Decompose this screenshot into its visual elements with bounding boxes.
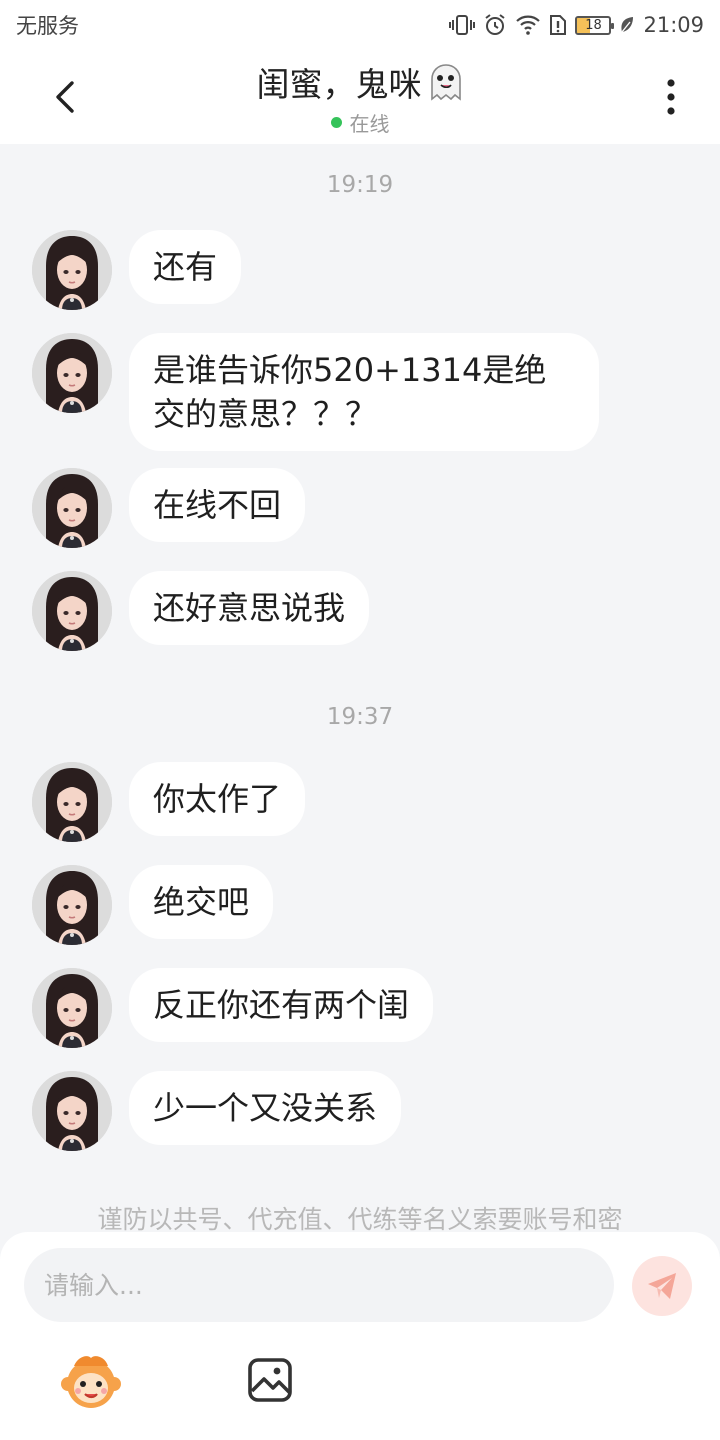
- contact-name-text: 闺蜜，鬼咪: [256, 65, 422, 104]
- timestamp: 19:19: [326, 172, 394, 198]
- avatar-portrait-icon: [32, 571, 112, 651]
- chat-header: 闺蜜，鬼咪 在线: [0, 50, 720, 144]
- avatar[interactable]: [32, 571, 112, 651]
- message-bubble[interactable]: 还有: [129, 230, 242, 304]
- online-dot-icon: [330, 117, 342, 128]
- message-bubble[interactable]: 在线不回: [129, 468, 306, 542]
- message-bubble[interactable]: 你太作了: [129, 762, 306, 836]
- avatar[interactable]: [32, 230, 112, 310]
- more-options-button[interactable]: [646, 72, 696, 122]
- avatar[interactable]: [32, 865, 112, 945]
- message-bubble[interactable]: 绝交吧: [129, 865, 274, 939]
- ghost-emoji-icon: [430, 64, 461, 101]
- avatar-portrait-icon: [32, 762, 112, 842]
- wifi-icon: [515, 13, 541, 37]
- carrier-label: 无服务: [16, 14, 79, 38]
- message-row: 少一个又没关系: [32, 1071, 402, 1151]
- message-row: 绝交吧: [32, 865, 274, 945]
- more-vertical-icon: [667, 79, 675, 115]
- avatar-portrait-icon: [32, 968, 112, 1048]
- online-status: 在线: [0, 108, 720, 137]
- image-icon: [248, 1358, 292, 1402]
- message-bubble[interactable]: 是谁告诉你520+1314是绝交的意思？？？: [129, 333, 599, 451]
- online-status-label: 在线: [349, 112, 390, 136]
- status-bar: 无服务 18 21:09: [0, 0, 720, 50]
- message-row: 是谁告诉你520+1314是绝交的意思？？？: [32, 333, 599, 451]
- avatar[interactable]: [32, 968, 112, 1048]
- vibrate-icon: [449, 13, 476, 37]
- message-bubble[interactable]: 反正你还有两个闺: [129, 968, 434, 1042]
- avatar[interactable]: [32, 333, 112, 413]
- message-input[interactable]: [24, 1248, 614, 1322]
- timestamp: 19:37: [326, 704, 394, 730]
- message-row: 还好意思说我: [32, 571, 370, 651]
- message-row: 还有: [32, 230, 242, 310]
- sticker-button[interactable]: [58, 1348, 124, 1414]
- battery-indicator: 18: [575, 15, 615, 35]
- message-row: 在线不回: [32, 468, 306, 548]
- image-button[interactable]: [246, 1356, 294, 1404]
- message-bubble[interactable]: 还好意思说我: [129, 571, 370, 645]
- avatar[interactable]: [32, 762, 112, 842]
- message-row: 反正你还有两个闺: [32, 968, 434, 1048]
- alarm-icon: [483, 13, 507, 37]
- composer-panel: [0, 1232, 720, 1440]
- clock-time: 21:09: [643, 13, 704, 37]
- send-paper-plane-icon: [648, 1273, 676, 1299]
- avatar-portrait-icon: [32, 1071, 112, 1151]
- sim-alert-icon: [549, 13, 567, 37]
- avatar-portrait-icon: [32, 865, 112, 945]
- contact-name: 闺蜜，鬼咪: [257, 58, 464, 106]
- message-row: 你太作了: [32, 762, 306, 842]
- message-bubble[interactable]: 少一个又没关系: [129, 1071, 402, 1145]
- avatar-portrait-icon: [32, 230, 112, 310]
- leaf-icon: [619, 13, 635, 37]
- send-button[interactable]: [632, 1256, 692, 1316]
- security-warning: 谨防以共号、代充值、代练等名义索要账号和密: [97, 1205, 623, 1234]
- status-icons: 18 21:09: [449, 13, 704, 37]
- avatar-portrait-icon: [32, 333, 112, 413]
- chat-messages[interactable]: 19:19 还有 是谁告诉你520+1314是绝交的意思？？？ 在线不回 还好意…: [0, 144, 720, 1234]
- avatar-portrait-icon: [32, 468, 112, 548]
- contact-info: 闺蜜，鬼咪 在线: [0, 58, 720, 137]
- monkey-sticker-icon: [61, 1356, 121, 1408]
- avatar[interactable]: [32, 1071, 112, 1151]
- avatar[interactable]: [32, 468, 112, 548]
